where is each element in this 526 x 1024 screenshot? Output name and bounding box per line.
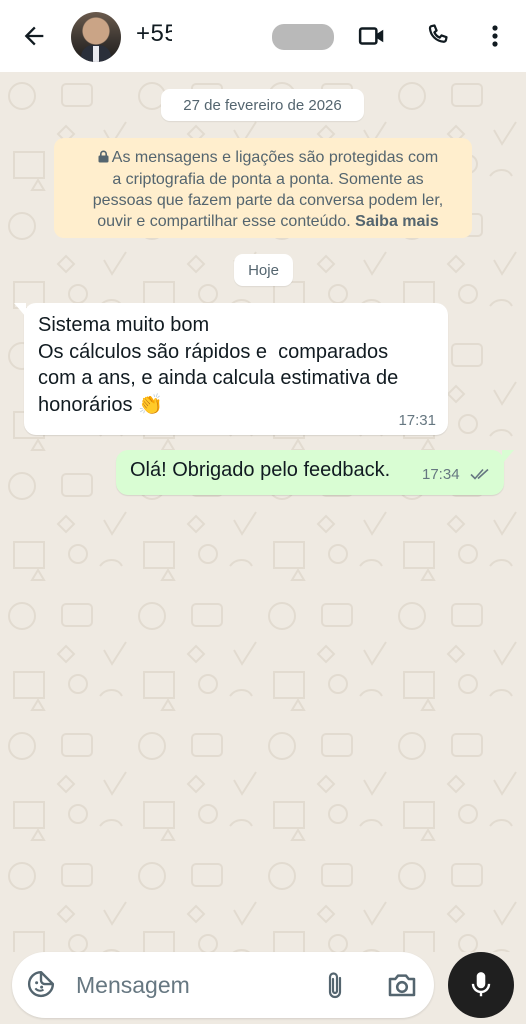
sticker-icon: [27, 970, 55, 998]
learn-more-link[interactable]: Saiba mais: [355, 213, 439, 230]
encryption-notice[interactable]: As mensagens e ligações são protegidas c…: [54, 138, 472, 238]
more-vertical-icon: [492, 25, 498, 47]
message-text-line: Sistema muito bom: [38, 314, 210, 336]
message-text: Olá! Obrigado pelo feedback.: [130, 459, 391, 481]
attach-button[interactable]: [324, 970, 350, 1002]
contact-avatar[interactable]: [71, 12, 121, 62]
phone-icon: [428, 24, 448, 43]
encryption-text-line: ouvir e compartilhar esse conteúdo.: [97, 213, 351, 230]
redaction-mask: [172, 18, 200, 46]
date-separator: 27 de fevereiro de 2026: [161, 89, 364, 121]
message-input[interactable]: Mensagem: [76, 972, 190, 999]
encryption-text-line: a criptografia de ponta a ponta. Somente…: [112, 171, 424, 188]
lock-icon: [98, 148, 109, 169]
message-time: 17:34: [422, 466, 460, 483]
camera-button[interactable]: [386, 970, 420, 1002]
paperclip-icon: [328, 972, 342, 999]
message-text: honorários: [38, 393, 133, 416]
video-call-button[interactable]: [352, 18, 392, 54]
today-separator: Hoje: [234, 254, 293, 286]
redaction-mask: [210, 24, 270, 40]
redaction-mask: [272, 24, 334, 50]
back-button[interactable]: [16, 18, 52, 54]
chat-area[interactable]: 27 de fevereiro de 2026 As mensagens e l…: [0, 72, 526, 952]
incoming-message-bubble[interactable]: Sistema muito bom Os cálculos são rápido…: [14, 303, 448, 435]
arrow-left-icon: [24, 26, 44, 46]
message-text-line: Os cálculos são rápidos e comparados: [38, 340, 389, 363]
message-text-line: honorários 👏: [38, 392, 434, 419]
sticker-button[interactable]: [26, 969, 58, 1001]
more-options-button[interactable]: [482, 18, 508, 54]
voice-record-button[interactable]: [448, 952, 514, 1018]
camera-icon: [388, 974, 416, 997]
microphone-icon: [471, 972, 491, 997]
double-check-icon: [470, 467, 492, 486]
chat-header: +55: [0, 0, 526, 72]
video-camera-icon: [358, 27, 384, 45]
voice-call-button[interactable]: [420, 18, 456, 54]
encryption-text-line: pessoas que fazem parte da conversa pode…: [92, 192, 444, 209]
message-text-line: com a ans, e ainda calcula estimativa de: [38, 367, 399, 389]
clapping-hands-emoji: 👏: [138, 393, 163, 416]
message-composer[interactable]: Mensagem: [12, 952, 434, 1018]
message-time: 17:31: [398, 412, 436, 429]
encryption-text-line: As mensagens e ligações são protegidas c…: [111, 149, 439, 166]
outgoing-message-bubble[interactable]: Olá! Obrigado pelo feedback. 17:34: [116, 450, 514, 495]
